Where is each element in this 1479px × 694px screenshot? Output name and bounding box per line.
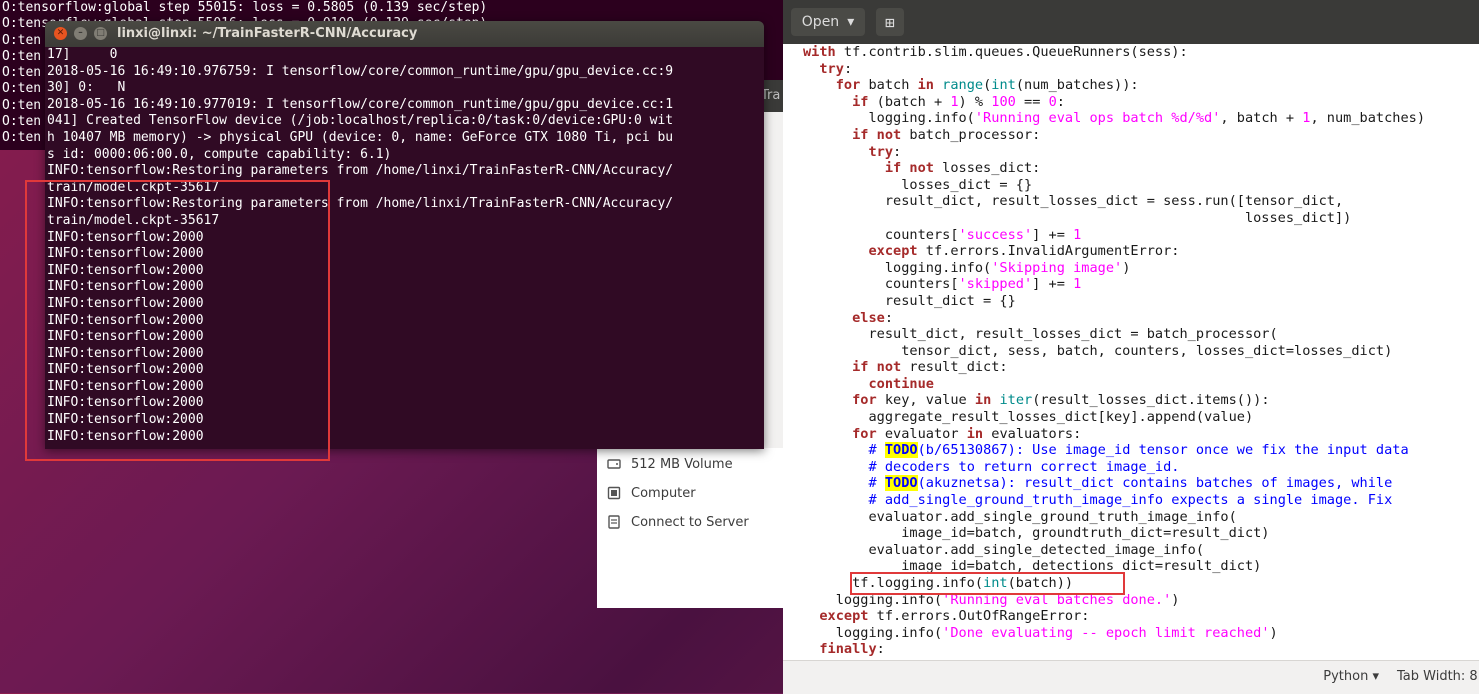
code-line: if (batch + 1) % 100 == 0: — [852, 93, 1065, 110]
code-line: result_dict = {} — [803, 292, 1016, 309]
terminal-title: linxi@linxi: ~/TrainFasterR-CNN/Accuracy — [117, 26, 418, 41]
chevron-down-icon: ▾ — [847, 14, 855, 30]
code-line: evaluator.add_single_detected_image_info… — [803, 541, 1205, 558]
code-line: losses_dict = {} — [803, 176, 1033, 193]
editor-headerbar: Open ▾ ⊞ — [783, 0, 1479, 44]
terminal-line: INFO:tensorflow:Restoring parameters fro… — [47, 196, 674, 212]
terminal-line: INFO:tensorflow:2000 — [47, 229, 204, 245]
language-selector[interactable]: Python ▾ — [1323, 669, 1379, 684]
editor-statusbar: Python ▾ Tab Width: 8 — [783, 660, 1479, 694]
code-line: else: — [852, 309, 894, 326]
language-label: Python — [1323, 669, 1369, 684]
terminal-line: INFO:tensorflow:2000 — [47, 362, 204, 378]
code-line: # decoders to return correct image_id. — [868, 458, 1180, 475]
minimize-icon: – — [78, 28, 83, 38]
sidebar-item-connect-server[interactable]: Connect to Server — [607, 511, 749, 533]
minimize-button[interactable]: – — [74, 27, 87, 40]
terminal-line: train/model.ckpt-35617 — [47, 212, 220, 228]
code-line: image_id=batch, detections_dict=result_d… — [803, 558, 1262, 575]
terminal-line: INFO:tensorflow:2000 — [47, 295, 204, 311]
terminal-line: train/model.ckpt-35617 — [47, 179, 220, 195]
terminal-line: INFO:tensorflow:2000 — [47, 262, 204, 278]
terminal-line: 041] Created TensorFlow device (/job:loc… — [47, 113, 674, 129]
terminal-line: O:tensorflow:global step 55015: loss = 0… — [2, 0, 488, 15]
code-line: finally: — [819, 641, 885, 658]
computer-icon — [607, 486, 621, 500]
terminal-line: INFO:tensorflow:Restoring parameters fro… — [47, 163, 674, 179]
text-editor-window[interactable]: Open ▾ ⊞ with tf.contrib.slim.queues.Que… — [783, 0, 1479, 694]
code-line: except tf.errors.InvalidArgumentError: — [868, 243, 1180, 260]
terminal-line: s id: 0000:06:00.0, compute capability: … — [47, 146, 392, 162]
sidebar-item-label: Computer — [631, 485, 696, 501]
code-line: tensor_dict, sess, batch, counters, loss… — [803, 342, 1393, 359]
chevron-down-icon: ▾ — [1372, 669, 1379, 684]
open-button-label: Open — [801, 14, 840, 30]
code-line: tf.logging.info(int(batch)) — [803, 575, 1074, 591]
code-line: try: — [819, 60, 853, 77]
code-line: except tf.errors.OutOfRangeError: — [819, 608, 1090, 625]
sidebar-item-volume[interactable]: 512 MB Volume — [607, 453, 733, 475]
code-view[interactable]: with tf.contrib.slim.queues.QueueRunners… — [783, 44, 1479, 660]
code-line: try: — [868, 143, 902, 160]
code-line: # add_single_ground_truth_image_info exp… — [868, 492, 1393, 509]
drive-icon — [607, 459, 621, 469]
terminal-line: INFO:tensorflow:2000 — [47, 412, 204, 428]
code-line: evaluator.add_single_ground_truth_image_… — [803, 508, 1237, 525]
code-line: logging.info('Running eval ops batch %d/… — [803, 110, 1426, 127]
terminal-line: 2018-05-16 16:49:10.977019: I tensorflow… — [47, 96, 674, 112]
code-line: for key, value in iter(result_losses_dic… — [852, 392, 1270, 409]
new-document-icon: ⊞ — [885, 12, 895, 32]
code-line: logging.info('Running eval batches done.… — [803, 591, 1180, 608]
close-button[interactable]: ✕ — [54, 27, 67, 40]
terminal-line: h 10407 MB memory) -> physical GPU (devi… — [47, 129, 674, 145]
code-line: counters['skipped'] += 1 — [803, 276, 1082, 293]
terminal-line: 2018-05-16 16:49:10.976759: I tensorflow… — [47, 63, 674, 79]
code-line: if not batch_processor: — [852, 126, 1041, 143]
terminal-line: INFO:tensorflow:2000 — [47, 246, 204, 262]
terminal-line: INFO:tensorflow:2000 — [47, 279, 204, 295]
open-button[interactable]: Open ▾ — [791, 8, 865, 36]
server-icon — [608, 515, 620, 529]
sidebar-item-label: 512 MB Volume — [631, 456, 733, 472]
terminal-line: 17] 0 — [47, 47, 118, 62]
terminal-window[interactable]: ✕ – □ linxi@linxi: ~/TrainFasterR-CNN/Ac… — [45, 21, 764, 449]
sidebar-item-label: Connect to Server — [631, 514, 749, 530]
code-line: logging.info('Done evaluating -- epoch l… — [803, 624, 1278, 641]
code-line: for batch in range(int(num_batches)): — [835, 77, 1139, 94]
terminal-line: INFO:tensorflow:2000 — [47, 329, 204, 345]
code-line: image_id=batch, groundtruth_dict=result_… — [803, 525, 1270, 542]
files-sidebar: 512 MB Volume Computer Connect to Server — [597, 448, 787, 608]
sidebar-item-computer[interactable]: Computer — [607, 482, 696, 504]
maximize-button[interactable]: □ — [94, 27, 107, 40]
terminal-line: 30] 0: N — [47, 80, 126, 96]
code-line: if not losses_dict: — [884, 160, 1041, 177]
code-line: # TODO(akuznetsa): result_dict contains … — [868, 475, 1393, 492]
terminal-line: INFO:tensorflow:2000 — [47, 345, 204, 361]
maximize-icon: □ — [96, 28, 105, 38]
terminal-line: INFO:tensorflow:2000 — [47, 395, 204, 411]
code-line: if not result_dict: — [852, 359, 1008, 376]
terminal-output[interactable]: 17] 0 2018-05-16 16:49:10.976759: I tenso… — [45, 47, 764, 445]
terminal-titlebar[interactable]: ✕ – □ linxi@linxi: ~/TrainFasterR-CNN/Ac… — [45, 21, 764, 47]
code-line: with tf.contrib.slim.queues.QueueRunners… — [803, 44, 1188, 60]
code-line: counters['success'] += 1 — [803, 226, 1082, 243]
code-line: logging.info('Skipping image') — [803, 259, 1131, 276]
terminal-line: INFO:tensorflow:2000 — [47, 312, 204, 328]
close-icon: ✕ — [56, 28, 65, 38]
terminal-line: INFO:tensorflow:2000 — [47, 428, 204, 444]
code-line: # TODO(b/65130867): Use image_id tensor … — [868, 442, 1409, 459]
tab-width-selector[interactable]: Tab Width: 8 — [1397, 669, 1478, 684]
code-line: continue — [868, 375, 934, 392]
code-line: for evaluator in evaluators: — [852, 425, 1082, 442]
terminal-line: INFO:tensorflow:2000 — [47, 378, 204, 394]
code-line: result_dict, result_losses_dict = batch_… — [803, 326, 1278, 343]
tab-width-label: Tab Width: 8 — [1397, 669, 1478, 684]
code-line: losses_dict]) — [803, 209, 1352, 226]
code-line: aggregate_result_losses_dict[key].append… — [803, 409, 1254, 426]
new-document-button[interactable]: ⊞ — [876, 8, 904, 36]
code-line: result_dict, result_losses_dict = sess.r… — [803, 193, 1344, 210]
